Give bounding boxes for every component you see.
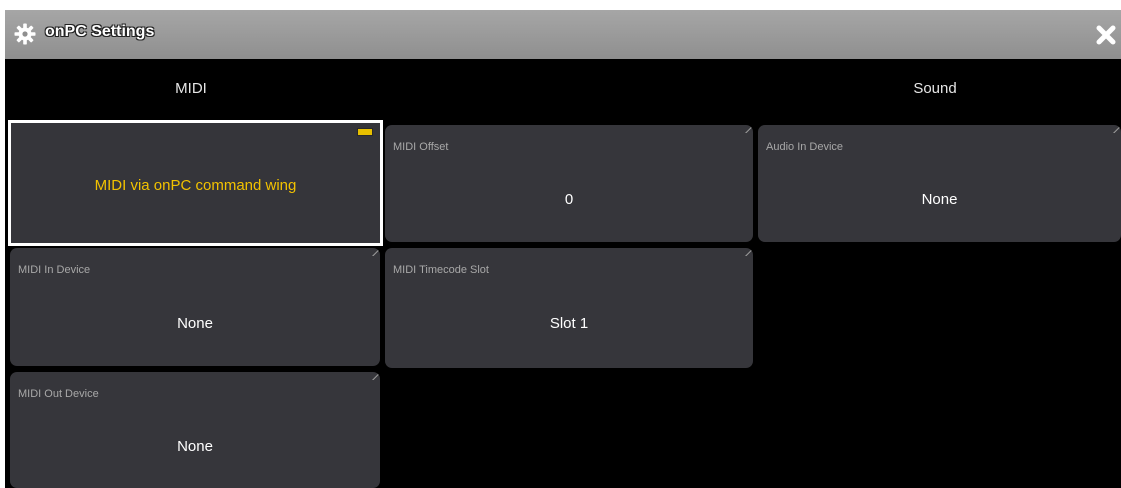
audio-in-device-field[interactable]: Audio In Device None xyxy=(758,125,1121,242)
midi-via-wing-value: MIDI via onPC command wing xyxy=(94,177,297,194)
edit-corner-icon xyxy=(372,248,380,256)
active-indicator-icon xyxy=(357,128,373,136)
edit-corner-icon xyxy=(745,125,753,133)
midi-offset-label: MIDI Offset xyxy=(393,141,449,153)
onpc-settings-window: onPC Settings MIDI Sound MIDI via onPC c… xyxy=(5,10,1121,488)
window-title: onPC Settings xyxy=(45,23,155,40)
midi-in-device-value: None xyxy=(177,315,213,332)
midi-out-device-field[interactable]: MIDI Out Device None xyxy=(10,372,380,488)
midi-via-wing-button[interactable]: MIDI via onPC command wing xyxy=(8,120,383,246)
audio-in-device-value: None xyxy=(921,191,958,208)
tab-midi[interactable]: MIDI xyxy=(5,59,377,118)
tab-sound[interactable]: Sound xyxy=(749,59,1121,118)
audio-in-device-label: Audio In Device xyxy=(766,141,844,153)
tab-bar: MIDI Sound xyxy=(5,59,1121,118)
midi-offset-value: 0 xyxy=(564,191,574,208)
midi-in-device-label: MIDI In Device xyxy=(18,264,91,276)
midi-timecode-slot-field[interactable]: MIDI Timecode Slot Slot 1 xyxy=(385,248,753,368)
midi-in-device-field[interactable]: MIDI In Device None xyxy=(10,248,380,366)
edit-corner-icon xyxy=(372,372,380,380)
midi-timecode-slot-label: MIDI Timecode Slot xyxy=(393,264,489,276)
gear-icon xyxy=(14,23,36,45)
edit-corner-icon xyxy=(1113,125,1121,133)
midi-timecode-slot-value: Slot 1 xyxy=(549,315,589,332)
midi-out-device-value: None xyxy=(177,438,213,455)
midi-offset-field[interactable]: MIDI Offset 0 xyxy=(385,125,753,242)
midi-out-device-label: MIDI Out Device xyxy=(18,388,99,400)
edit-corner-icon xyxy=(745,248,753,256)
title-bar[interactable]: onPC Settings xyxy=(5,10,1121,59)
close-icon[interactable] xyxy=(1095,24,1117,46)
